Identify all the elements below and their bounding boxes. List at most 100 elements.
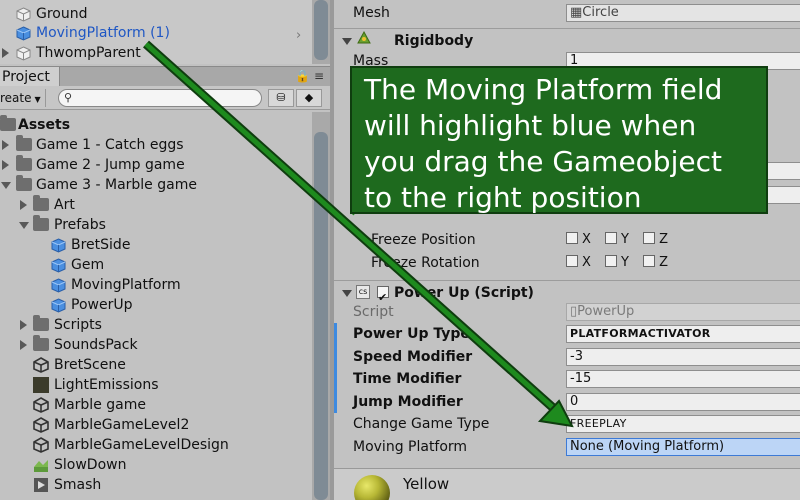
- expand-arrow-icon[interactable]: [2, 140, 9, 150]
- tree-item-label: Gem: [71, 257, 105, 273]
- material-preview-strip[interactable]: Yellow: [334, 468, 800, 500]
- jump-modifier-label: Jump Modifier: [353, 394, 463, 410]
- search-field[interactable]: ⚲: [58, 89, 262, 107]
- material-sphere-icon: [354, 475, 390, 500]
- collapse-arrow-icon[interactable]: [342, 38, 352, 45]
- callout-text: The Moving Platform field will highlight…: [364, 73, 723, 214]
- folder-icon: [33, 315, 49, 331]
- script-value: PowerUp: [577, 304, 635, 319]
- change-game-type-value: FREEPLAY: [570, 417, 627, 430]
- tree-item-label: LightEmissions: [54, 377, 159, 393]
- script-row: Script ▯PowerUp: [334, 301, 800, 323]
- tree-item-label: SlowDown: [54, 457, 127, 473]
- project-tree: Assets Game 1 - Catch eggs Game 2 - Jump…: [0, 112, 315, 500]
- power-up-type-value: PLATFORMACTIVATOR: [570, 327, 711, 340]
- prefab-icon: [51, 258, 66, 273]
- tab-project[interactable]: Project: [0, 67, 60, 87]
- project-toolbar: reate ▼ ⚲ ⛁ ◆: [0, 86, 330, 110]
- expand-arrow-icon[interactable]: [20, 200, 27, 210]
- change-game-type-dropdown[interactable]: FREEPLAY: [566, 415, 800, 433]
- folder-icon: [33, 195, 49, 211]
- axis-y-label: Y: [621, 255, 629, 270]
- time-modifier-row: Time Modifier -15: [334, 368, 800, 390]
- hierarchy-scrollbar[interactable]: [312, 0, 330, 64]
- speed-modifier-row: Speed Modifier -3: [334, 346, 800, 368]
- folder-icon: [16, 135, 32, 151]
- freeze-rot-z-checkbox[interactable]: [643, 255, 656, 267]
- hierarchy-item-label: ThwompParent: [36, 45, 141, 61]
- unity-scene-icon: [33, 437, 49, 453]
- tree-item-label: BretSide: [71, 237, 131, 253]
- component-enabled-checkbox[interactable]: [377, 286, 389, 298]
- collapse-arrow-icon[interactable]: [1, 182, 11, 189]
- hierarchy-item-ground[interactable]: Ground: [0, 4, 310, 24]
- change-game-type-label: Change Game Type: [353, 416, 490, 432]
- expand-arrow-icon[interactable]: [2, 160, 9, 170]
- freeze-pos-x-checkbox[interactable]: [566, 232, 578, 244]
- tree-item-label: Game 2 - Jump game: [36, 157, 185, 173]
- freeze-rot-x-checkbox[interactable]: [566, 255, 578, 267]
- filter-by-type-button[interactable]: ⛁: [268, 89, 294, 107]
- tree-item-label: MarbleGameLevel2: [54, 417, 190, 433]
- expand-arrow-icon[interactable]: [20, 320, 27, 330]
- expand-arrow-icon[interactable]: [2, 48, 9, 58]
- freeze-position-label: Freeze Position: [371, 232, 476, 248]
- moving-platform-label: Moving Platform: [353, 439, 468, 455]
- speed-modifier-value: -3: [570, 349, 583, 364]
- power-up-type-dropdown[interactable]: PLATFORMACTIVATOR: [566, 325, 800, 343]
- hierarchy-item-movingplatform[interactable]: MovingPlatform (1) ›: [0, 23, 310, 43]
- moving-platform-field[interactable]: None (Moving Platform): [566, 438, 800, 456]
- time-modifier-input[interactable]: -15: [566, 370, 800, 388]
- freeze-pos-y-checkbox[interactable]: [605, 232, 618, 244]
- freeze-rotation-row: Freeze Rotation X Y Z: [334, 252, 800, 274]
- tree-item-label: Assets: [18, 117, 71, 133]
- hierarchy-item-thwompparent[interactable]: ThwompParent: [0, 43, 310, 63]
- tree-item-label: Prefabs: [54, 217, 106, 233]
- freeze-position-axes: X Y Z: [566, 229, 678, 251]
- create-button-label: reate: [0, 91, 32, 105]
- rigidbody-header[interactable]: Rigidbody: [334, 28, 800, 52]
- freeze-pos-z-checkbox[interactable]: [643, 232, 656, 244]
- axis-z-label: Z: [659, 232, 669, 247]
- freeze-rot-y-checkbox[interactable]: [605, 255, 618, 267]
- prefab-icon: [51, 238, 66, 253]
- freeze-position-row: Freeze Position X Y Z: [334, 229, 800, 251]
- speed-modifier-label: Speed Modifier: [353, 349, 473, 365]
- prefab-icon: [51, 278, 66, 293]
- prefab-icon: [16, 26, 31, 41]
- mesh-field[interactable]: ▦Circle: [566, 4, 800, 22]
- freeze-rotation-label: Freeze Rotation: [371, 255, 480, 271]
- folder-icon: [33, 335, 49, 351]
- instruction-callout: The Moving Platform field will highlight…: [350, 66, 768, 214]
- tree-item-label: Marble game: [54, 397, 146, 413]
- speed-modifier-input[interactable]: -3: [566, 348, 800, 366]
- collapse-arrow-icon[interactable]: [19, 222, 29, 229]
- scrollbar-thumb[interactable]: [314, 132, 328, 500]
- search-icon: ⚲: [64, 91, 73, 104]
- folder-icon: [0, 115, 16, 131]
- label-icon: ◆: [304, 91, 314, 104]
- texture-icon: [33, 377, 49, 393]
- tree-item-label: Game 3 - Marble game: [36, 177, 197, 193]
- tree-item-label: Scripts: [54, 317, 102, 333]
- search-input[interactable]: [79, 91, 249, 103]
- filter-by-label-button[interactable]: ◆: [296, 89, 322, 107]
- folder-icon: [16, 175, 32, 191]
- collapse-arrow-icon[interactable]: [342, 290, 352, 297]
- gameobject-icon: [16, 46, 31, 61]
- hierarchy-item-label: MovingPlatform (1): [36, 25, 170, 41]
- filter-icon: ⛁: [276, 91, 286, 104]
- unity-scene-icon: [33, 417, 49, 433]
- moving-platform-value: None (Moving Platform): [570, 439, 725, 454]
- expand-arrow-icon[interactable]: [20, 340, 27, 350]
- script-field: ▯PowerUp: [566, 303, 800, 321]
- scrollbar-thumb[interactable]: [314, 0, 328, 60]
- create-button[interactable]: reate ▼: [0, 89, 46, 107]
- project-tabbar: Project 🔒 ≡: [0, 66, 330, 87]
- jump-modifier-input[interactable]: 0: [566, 393, 800, 411]
- unity-scene-icon: [33, 357, 49, 373]
- project-scrollbar[interactable]: [312, 112, 330, 500]
- time-modifier-label: Time Modifier: [353, 371, 462, 387]
- axis-x-label: X: [582, 255, 591, 270]
- lock-icon[interactable]: 🔒 ≡: [295, 69, 324, 83]
